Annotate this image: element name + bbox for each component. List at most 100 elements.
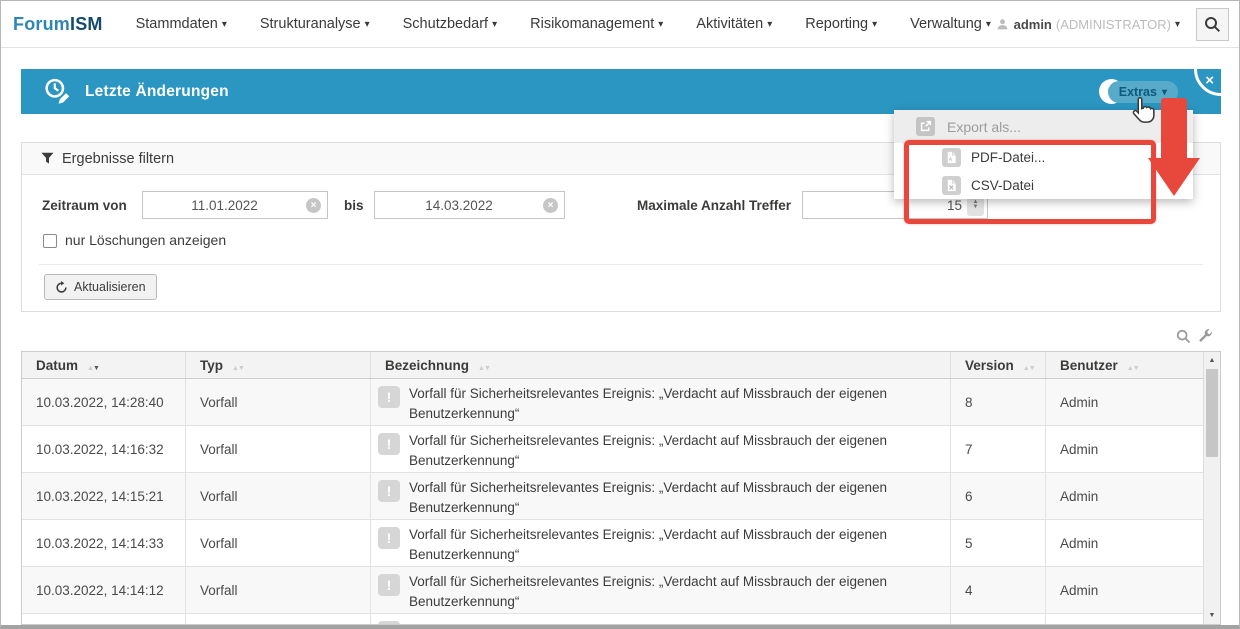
refresh-icon <box>55 281 68 294</box>
logo-part-forum: Forum <box>13 14 70 34</box>
nav-item-aktivitaeten[interactable]: Aktivitäten▾ <box>696 16 772 32</box>
cell-datum: 10.03.2022, 14:15:21 <box>22 473 186 519</box>
close-button[interactable]: × <box>1205 72 1214 89</box>
date-to-value: 14.03.2022 <box>375 198 543 213</box>
table-header-row: Datum▲▼ Typ▲▼ Bezeichnung▲▼ Version▲▼ Be… <box>22 352 1220 379</box>
column-header-datum[interactable]: Datum▲▼ <box>22 352 186 378</box>
user-icon <box>996 18 1009 31</box>
cell-bezeichnung: !Vorfall für Sicherheitsrelevantes Ereig… <box>371 520 951 566</box>
user-role: (ADMINISTRATOR) <box>1056 17 1171 32</box>
user-name: admin <box>1014 17 1052 32</box>
cell-typ: Vorfall <box>186 473 371 519</box>
table-row[interactable]: 10.03.2022, 14:16:32 Vorfall !Vorfall fü… <box>22 426 1220 473</box>
panel-header: Letzte Änderungen ? Extras▾ × <box>21 69 1221 114</box>
top-nav: ForumISM Stammdaten▾ Strukturanalyse▾ Sc… <box>1 1 1239 48</box>
extras-button[interactable]: Extras▾ <box>1108 81 1178 103</box>
nav-menu: Stammdaten▾ Strukturanalyse▾ Schutzbedar… <box>136 16 991 32</box>
caret-down-icon: ▾ <box>222 19 227 30</box>
menu-item-pdf[interactable]: A PDF-Datei... <box>894 143 1193 171</box>
cell-benutzer: Admin <box>1046 567 1204 613</box>
nav-item-risikomanagement[interactable]: Risikomanagement▾ <box>530 16 663 32</box>
stepper-down-icon: ▼ <box>973 205 979 210</box>
clear-icon[interactable]: × <box>543 198 558 213</box>
scroll-up-icon[interactable]: ▲ <box>1204 353 1220 368</box>
only-deletions-label: nur Löschungen anzeigen <box>65 232 226 248</box>
nav-item-strukturanalyse[interactable]: Strukturanalyse▾ <box>260 16 370 32</box>
cell-version: 5 <box>951 520 1046 566</box>
cell-version: 4 <box>951 567 1046 613</box>
cell-typ <box>186 614 371 625</box>
sort-icons: ▲▼ <box>87 358 99 373</box>
clear-icon[interactable]: × <box>306 198 321 213</box>
sort-icons: ▲▼ <box>1023 358 1035 373</box>
table-row[interactable]: 10.03.2022, 14:14:33 Vorfall !Vorfall fü… <box>22 520 1220 567</box>
app-logo[interactable]: ForumISM <box>13 14 103 35</box>
table-tools <box>1176 329 1213 344</box>
nav-item-reporting[interactable]: Reporting▾ <box>805 16 877 32</box>
sort-desc-icon: ▼ <box>93 365 99 372</box>
sort-desc-icon: ▼ <box>1133 365 1139 372</box>
date-to-input[interactable]: 14.03.2022 × <box>374 191 565 219</box>
cell-typ: Vorfall <box>186 379 371 425</box>
table-row[interactable]: 10.03.2022, 14:15:21 Vorfall !Vorfall fü… <box>22 473 1220 520</box>
cell-bezeichnung: !Vorfall für Sicherheitsrelevantes Ereig… <box>371 426 951 472</box>
caret-down-icon: ▾ <box>986 19 991 30</box>
table-row[interactable]: 10.03.2022, 14:14:12 Vorfall !Vorfall fü… <box>22 567 1220 614</box>
caret-down-icon: ▾ <box>492 19 497 30</box>
logo-part-ism: ISM <box>70 14 103 34</box>
sort-icons: ▲▼ <box>478 358 490 373</box>
column-header-benutzer[interactable]: Benutzer▲▼ <box>1046 352 1204 378</box>
date-from-value: 11.01.2022 <box>143 198 306 213</box>
search-icon <box>1204 16 1221 33</box>
cell-bezeichnung: !Vorfall für Sicherheitsrelevantes Ereig… <box>371 379 951 425</box>
filter-divider <box>39 264 1203 265</box>
search-button[interactable] <box>1196 8 1229 41</box>
filter-title: Ergebnisse filtern <box>62 151 174 167</box>
app-window: ForumISM Stammdaten▾ Strukturanalyse▾ Sc… <box>0 0 1240 629</box>
exclamation-icon: ! <box>378 386 400 408</box>
date-from-input[interactable]: 11.01.2022 × <box>142 191 328 219</box>
sort-icons: ▲▼ <box>1127 358 1139 373</box>
only-deletions-checkbox[interactable] <box>43 234 57 248</box>
table-search-icon[interactable] <box>1176 329 1191 344</box>
exclamation-icon: ! <box>378 527 400 549</box>
max-results-value: 15 <box>803 198 967 213</box>
caret-down-icon: ▾ <box>1162 87 1167 98</box>
caret-down-icon: ▾ <box>365 19 370 30</box>
scroll-down-icon[interactable]: ▼ <box>1204 608 1220 623</box>
menu-item-csv[interactable]: CSV-Datei <box>894 171 1193 199</box>
cell-datum: 10.03.2022, 14:14:33 <box>22 520 186 566</box>
sort-desc-icon: ▼ <box>1029 365 1035 372</box>
cell-datum: 10.03.2022, 14:16:32 <box>22 426 186 472</box>
nav-item-stammdaten[interactable]: Stammdaten▾ <box>136 16 227 32</box>
cell-benutzer <box>1046 614 1204 625</box>
cell-benutzer: Admin <box>1046 473 1204 519</box>
column-header-typ[interactable]: Typ▲▼ <box>186 352 371 378</box>
table-row[interactable]: 10.03.2022, 14:28:40 Vorfall !Vorfall fü… <box>22 379 1220 426</box>
refresh-button[interactable]: Aktualisieren <box>44 274 157 300</box>
pdf-file-icon: A <box>942 148 961 167</box>
column-header-bezeichnung[interactable]: Bezeichnung▲▼ <box>371 352 951 378</box>
menu-group-export: Export als... <box>894 110 1193 143</box>
cell-version: 8 <box>951 379 1046 425</box>
nav-item-schutzbedarf[interactable]: Schutzbedarf▾ <box>403 16 497 32</box>
cell-bezeichnung: !Vorfall für Sicherheitsrelevantes Ereig… <box>371 473 951 519</box>
nav-right: admin (ADMINISTRATOR) ▾ <box>996 8 1229 41</box>
table-scrollbar[interactable]: ▲ ▼ <box>1203 352 1220 624</box>
exclamation-icon: ! <box>378 574 400 596</box>
csv-file-icon <box>942 176 961 195</box>
cell-bezeichnung <box>371 614 951 625</box>
cell-datum <box>22 614 186 625</box>
sort-desc-icon: ▼ <box>484 365 490 372</box>
cell-typ: Vorfall <box>186 520 371 566</box>
column-header-version[interactable]: Version▲▼ <box>951 352 1046 378</box>
user-menu[interactable]: admin (ADMINISTRATOR) ▾ <box>996 17 1180 32</box>
nav-item-verwaltung[interactable]: Verwaltung▾ <box>910 16 991 32</box>
table-settings-wrench-icon[interactable] <box>1198 329 1213 344</box>
cell-version: 6 <box>951 473 1046 519</box>
table-row-partial[interactable] <box>22 614 1220 625</box>
exclamation-icon: ! <box>378 480 400 502</box>
scrollbar-thumb[interactable] <box>1206 369 1218 457</box>
sort-icons: ▲▼ <box>232 358 244 373</box>
cell-benutzer: Admin <box>1046 426 1204 472</box>
